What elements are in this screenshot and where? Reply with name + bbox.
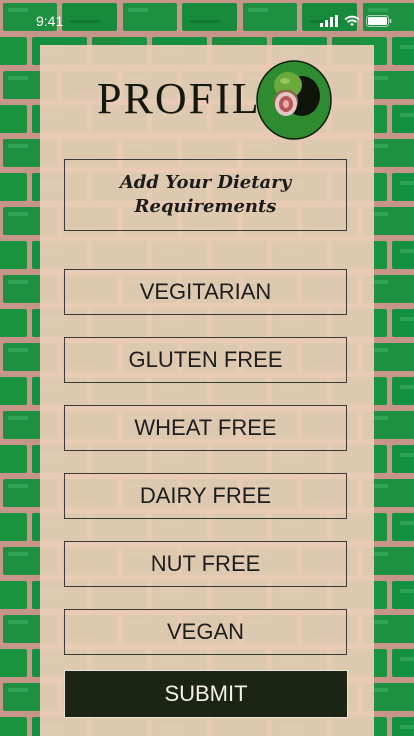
subtitle-box: Add Your Dietary Requirements: [64, 159, 347, 231]
subtitle-line-2: Requirements: [134, 196, 277, 217]
subtitle-text: Add Your Dietary Requirements: [106, 171, 306, 219]
status-time: 9:41: [36, 13, 64, 29]
battery-icon: [366, 15, 392, 27]
option-vegitarian-button[interactable]: VEGITARIAN: [64, 269, 347, 315]
option-nut-free-button[interactable]: NUT FREE: [64, 541, 347, 587]
wifi-icon: [344, 15, 360, 26]
option-wheat-free-button[interactable]: WHEAT FREE: [64, 405, 347, 451]
status-icons: [320, 15, 392, 27]
status-bar: 9:41: [0, 0, 414, 44]
option-dairy-free-button[interactable]: DAIRY FREE: [64, 473, 347, 519]
subtitle-line-1: Add Your Dietary: [119, 172, 292, 193]
submit-button[interactable]: SUBMIT: [64, 670, 348, 718]
signal-icon: [320, 15, 338, 27]
option-gluten-free-button[interactable]: GLUTEN FREE: [64, 337, 347, 383]
option-vegan-button[interactable]: VEGAN: [64, 609, 347, 655]
fig-icon: [256, 60, 332, 140]
